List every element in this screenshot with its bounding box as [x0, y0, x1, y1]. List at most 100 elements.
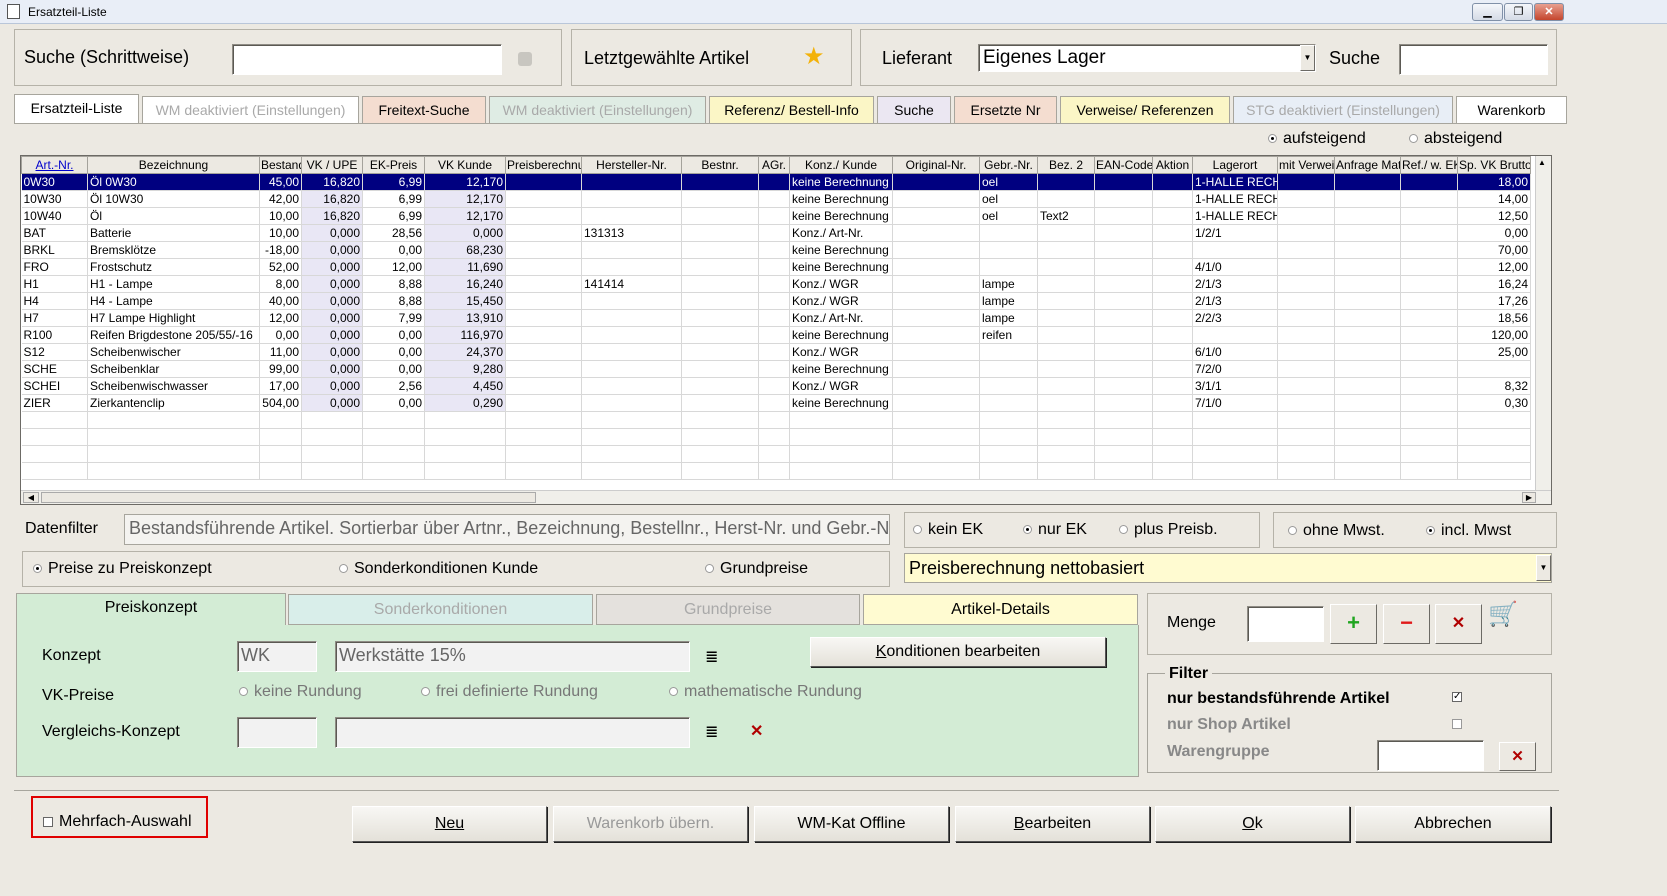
mwst-ohne-radio[interactable]: ohne Mwst.: [1288, 522, 1385, 540]
tab-artikel-details[interactable]: Artikel-Details: [863, 594, 1138, 625]
konzept-code-input[interactable]: WK: [237, 641, 317, 672]
table-row[interactable]: SCHEI Scheibenwischwasser 17,00 0,000 2,56 4,…: [21, 377, 1531, 395]
table-row[interactable]: H4 H4 - Lampe 40,00 0,000 8,88 15,450 Konz./ W…: [21, 292, 1531, 310]
column-header[interactable]: VK Kunde: [424, 156, 506, 174]
tab-referenz-bestell-info[interactable]: Referenz/ Bestell-Info: [709, 96, 874, 123]
scroll-left-icon[interactable]: ◀: [23, 492, 39, 503]
konditionen-bearbeiten-button[interactable]: Konditionen bearbeiten: [810, 637, 1106, 667]
cart-icon[interactable]: 🛒: [1488, 600, 1518, 629]
column-header[interactable]: Ref./ w. EK: [1400, 156, 1458, 174]
ek-plus-radio[interactable]: plus Preisb.: [1119, 521, 1218, 539]
konzept-name-input[interactable]: Werkstätte 15%: [335, 641, 690, 672]
column-header[interactable]: Bezeichnung: [87, 156, 260, 174]
column-header[interactable]: mit Verweis: [1277, 156, 1335, 174]
column-header[interactable]: EAN-Code: [1094, 156, 1153, 174]
article-grid[interactable]: Art.-Nr. Bezeichnung Bestand VK / UPE EK-Pre…: [20, 155, 1552, 505]
table-row[interactable]: 0W30 Öl 0W30 45,00 16,820 6,99 12,170 keine Be…: [21, 173, 1531, 191]
clear-icon[interactable]: ✕: [1499, 742, 1536, 771]
column-header[interactable]: Gebr.-Nr.: [979, 156, 1038, 174]
table-row[interactable]: 10W30 Öl 10W30 42,00 16,820 6,99 12,170 keine …: [21, 190, 1531, 208]
ek-kein-radio[interactable]: kein EK: [913, 521, 983, 539]
supplier-select[interactable]: Eigenes Lager: [978, 44, 1316, 72]
mehrfach-auswahl-checkbox[interactable]: Mehrfach-Auswahl: [43, 813, 192, 831]
star-icon[interactable]: ★: [803, 42, 825, 71]
vertical-scrollbar[interactable]: ▲: [1535, 156, 1551, 491]
table-row[interactable]: BRKL Bremsklötze -18,00 0,000 0,00 68,230 kein…: [21, 241, 1531, 259]
column-header[interactable]: Bestnr.: [681, 156, 759, 174]
table-row[interactable]: ZIER Zierkantenclip 504,00 0,000 0,00 0,290 ke…: [21, 394, 1531, 412]
column-header[interactable]: Bez. 2: [1037, 156, 1095, 174]
column-header[interactable]: Hersteller-Nr.: [581, 156, 682, 174]
mwst-incl-radio[interactable]: incl. Mwst: [1426, 522, 1511, 540]
filter-shop-checkbox[interactable]: [1452, 719, 1462, 729]
scroll-right-icon[interactable]: ▶: [1522, 492, 1536, 503]
table-row[interactable]: SCHE Scheibenklar 99,00 0,000 0,00 9,280 keine…: [21, 360, 1531, 378]
clear-icon[interactable]: ✕: [750, 721, 763, 741]
search-input[interactable]: [232, 44, 502, 75]
preise-konzept-radio[interactable]: Preise zu Preiskonzept: [33, 560, 212, 578]
tab-stg-deaktiviert[interactable]: STG deaktiviert (Einstellungen): [1233, 96, 1453, 123]
list-icon[interactable]: ≣: [705, 722, 718, 742]
column-header[interactable]: EK-Preis: [362, 156, 425, 174]
ek-nur-radio[interactable]: nur EK: [1023, 521, 1087, 539]
filter-bestand-checkbox[interactable]: ✓: [1452, 692, 1462, 702]
tab-ersatzteil-liste[interactable]: Ersatzteil-Liste: [14, 94, 139, 124]
chevron-down-icon[interactable]: ▼: [1300, 45, 1315, 71]
abbrechen-button[interactable]: Abbrechen: [1355, 806, 1551, 842]
recent-articles-panel[interactable]: Letztgewählte Artikel ★: [571, 29, 852, 86]
table-row[interactable]: S12 Scheibenwischer 11,00 0,000 0,00 24,370 Ko…: [21, 343, 1531, 361]
sort-asc-radio[interactable]: aufsteigend: [1268, 130, 1366, 148]
column-header[interactable]: Anfrage Mat: [1334, 156, 1401, 174]
preisberechnung-select[interactable]: Preisberechnung nettobasiert: [904, 553, 1552, 583]
ok-button[interactable]: Ok: [1155, 806, 1350, 842]
rundung-frei-radio[interactable]: frei definierte Rundung: [421, 683, 598, 701]
tab-ersetzte-nr[interactable]: Ersetzte Nr: [954, 96, 1057, 123]
column-header[interactable]: Lagerort: [1192, 156, 1278, 174]
search2-input[interactable]: [1399, 44, 1548, 75]
table-row[interactable]: FRO Frostschutz 52,00 0,000 12,00 11,690 keine…: [21, 258, 1531, 276]
column-header[interactable]: VK / UPE: [301, 156, 363, 174]
table-row[interactable]: H1 H1 - Lampe 8,00 0,000 8,88 16,240 141414 Kon…: [21, 275, 1531, 293]
preise-grund-radio[interactable]: Grundpreise: [705, 560, 808, 578]
warengruppe-input[interactable]: [1377, 740, 1484, 771]
scroll-thumb[interactable]: [41, 492, 536, 503]
tab-grundpreise[interactable]: Grundpreise: [596, 594, 860, 625]
column-header[interactable]: Preisberechnung: [505, 156, 582, 174]
column-header[interactable]: Sp. VK Brutto: [1457, 156, 1531, 174]
chevron-down-icon[interactable]: ▼: [1536, 555, 1551, 581]
bearbeiten-button[interactable]: Bearbeiten: [955, 806, 1150, 842]
column-header[interactable]: Aktion: [1152, 156, 1193, 174]
column-header[interactable]: Original-Nr.: [892, 156, 980, 174]
sort-desc-radio[interactable]: absteigend: [1409, 130, 1502, 148]
maximize-button[interactable]: ❐: [1504, 3, 1533, 21]
tab-suche[interactable]: Suche: [877, 96, 951, 123]
tab-sonderkonditionen[interactable]: Sonderkonditionen: [288, 594, 593, 625]
tab-freitext-suche[interactable]: Freitext-Suche: [362, 96, 486, 123]
vergleich-name-input[interactable]: [335, 717, 690, 748]
menge-input[interactable]: [1247, 606, 1324, 642]
wm-kat-offline-button[interactable]: WM-Kat Offline: [754, 806, 949, 842]
vergleich-code-input[interactable]: [237, 717, 317, 748]
neu-button[interactable]: Neu: [352, 806, 547, 842]
rundung-math-radio[interactable]: mathematische Rundung: [669, 683, 862, 701]
list-icon[interactable]: ≣: [705, 647, 718, 667]
table-row[interactable]: BAT Batterie 10,00 0,000 28,56 0,000 131313 Kon…: [21, 224, 1531, 242]
minus-icon[interactable]: −: [1383, 604, 1430, 644]
table-row[interactable]: H7 H7 Lampe Highlight 12,00 0,000 7,99 13,910…: [21, 309, 1531, 327]
plus-icon[interactable]: +: [1330, 604, 1377, 644]
minimize-button[interactable]: ▁: [1472, 3, 1503, 21]
tab-wm-deaktiviert-1[interactable]: WM deaktiviert (Einstellungen): [142, 96, 359, 123]
scroll-up-icon[interactable]: ▲: [1538, 158, 1546, 167]
column-header[interactable]: Konz./ Kunde: [789, 156, 893, 174]
column-header[interactable]: Bestand: [259, 156, 302, 174]
rundung-keine-radio[interactable]: keine Rundung: [239, 683, 362, 701]
preise-sonder-radio[interactable]: Sonderkonditionen Kunde: [339, 560, 538, 578]
tab-verweise-referenzen[interactable]: Verweise/ Referenzen: [1060, 96, 1230, 123]
column-header[interactable]: AGr.: [758, 156, 790, 174]
tab-preiskonzept[interactable]: Preiskonzept: [16, 593, 286, 625]
close-button[interactable]: ✕: [1534, 3, 1564, 21]
column-header[interactable]: Art.-Nr.: [21, 156, 88, 174]
horizontal-scrollbar[interactable]: ◀ ▶: [21, 490, 1551, 504]
tab-warenkorb[interactable]: Warenkorb: [1456, 96, 1567, 123]
table-row[interactable]: R100 Reifen Brigdestone 205/55/-16 0,00 0,0…: [21, 326, 1531, 344]
